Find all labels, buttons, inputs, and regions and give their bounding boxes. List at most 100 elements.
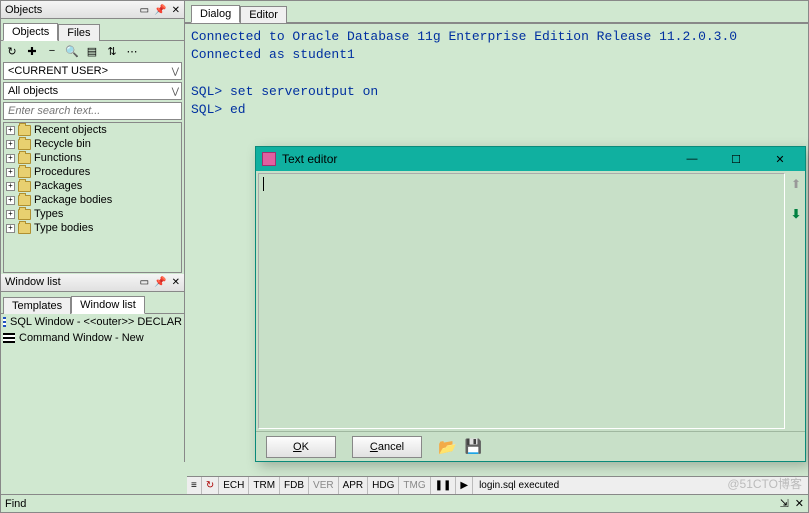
close-icon[interactable]: ✕	[795, 497, 804, 510]
expand-icon[interactable]: +	[6, 154, 15, 163]
save-file-icon[interactable]: 💾	[465, 438, 482, 455]
folder-icon	[18, 153, 31, 164]
tree-item[interactable]: +Recent objects	[4, 123, 181, 137]
filter-dropdown[interactable]: All objects ⋁	[3, 82, 182, 100]
tree-item[interactable]: +Recycle bin	[4, 137, 181, 151]
popup-titlebar[interactable]: Text editor — ☐ ✕	[256, 147, 805, 171]
delete-icon[interactable]: −	[45, 44, 59, 58]
panel-dock-icon[interactable]: ▭	[140, 5, 149, 16]
arrow-up-icon[interactable]: ⬆	[791, 177, 801, 191]
sort-icon[interactable]: ⇅	[105, 44, 119, 58]
status-seg[interactable]: APR	[339, 477, 369, 494]
status-seg[interactable]: VER	[309, 477, 339, 494]
user-dropdown[interactable]: <CURRENT USER> ⋁	[3, 62, 182, 80]
editor-side-arrows: ⬆ ⬇	[787, 171, 805, 431]
status-text: login.sql executed	[473, 480, 559, 491]
tree-item[interactable]: +Packages	[4, 179, 181, 193]
panel-pin-icon[interactable]: 📌	[154, 277, 166, 288]
folder-icon	[18, 195, 31, 206]
tab-dialog[interactable]: Dialog	[191, 5, 240, 23]
tree-item[interactable]: +Functions	[4, 151, 181, 165]
popup-body: ⬆ ⬇	[256, 171, 805, 431]
objects-panel-title: Objects	[5, 4, 42, 16]
folder-icon	[18, 209, 31, 220]
status-icon-bars[interactable]: ≡	[187, 477, 202, 494]
status-seg[interactable]: ECH	[219, 477, 249, 494]
expand-icon[interactable]: +	[6, 182, 15, 191]
search-input-wrap	[3, 102, 182, 120]
popup-title: Text editor	[282, 152, 667, 166]
new-icon[interactable]: ✚	[25, 44, 39, 58]
panel-close-icon[interactable]: ✕	[172, 277, 180, 288]
tab-files[interactable]: Files	[58, 24, 99, 41]
app-icon	[262, 152, 276, 166]
chevron-down-icon: ⋁	[172, 66, 179, 77]
command-window-icon	[3, 333, 15, 343]
play-icon[interactable]: ▶	[456, 477, 473, 494]
status-seg[interactable]: TRM	[249, 477, 280, 494]
folder-icon	[18, 223, 31, 234]
editor-textarea[interactable]	[258, 173, 785, 429]
text-cursor	[263, 177, 264, 191]
pause-icon[interactable]: ❚❚	[431, 477, 457, 494]
windowlist-panel-header: Window list ▭ 📌 ✕	[1, 274, 184, 292]
windowlist-tabs: Templates Window list	[1, 292, 184, 314]
folder-icon	[18, 139, 31, 150]
tab-editor[interactable]: Editor	[240, 6, 287, 23]
ok-button[interactable]: OK	[266, 436, 336, 458]
window-list-item[interactable]: SQL Window - <<outer>> DECLAR	[1, 314, 184, 330]
grip-icon[interactable]: ⇲	[780, 497, 789, 510]
popup-footer: OK Cancel 📂 💾	[256, 431, 805, 461]
expand-icon[interactable]: +	[6, 210, 15, 219]
search-input[interactable]	[8, 105, 177, 117]
cancel-button[interactable]: Cancel	[352, 436, 422, 458]
minimize-button[interactable]: —	[673, 147, 711, 171]
status-seg[interactable]: HDG	[368, 477, 399, 494]
folder-icon	[18, 125, 31, 136]
filter-dropdown-value: All objects	[8, 85, 58, 97]
tree-item[interactable]: +Types	[4, 207, 181, 221]
right-tabs: Dialog Editor	[185, 1, 808, 23]
panel-close-icon[interactable]: ✕	[172, 5, 180, 16]
user-dropdown-value: <CURRENT USER>	[8, 65, 108, 77]
tree-item[interactable]: +Procedures	[4, 165, 181, 179]
refresh-icon[interactable]: ↻	[5, 44, 19, 58]
window-list-item[interactable]: Command Window - New	[1, 330, 184, 346]
tab-windowlist[interactable]: Window list	[71, 296, 145, 314]
more-icon[interactable]: ⋯	[125, 44, 139, 58]
open-file-icon[interactable]: 📂	[438, 438, 457, 456]
status-seg[interactable]: TMG	[399, 477, 430, 494]
objects-toolbar: ↻ ✚ − 🔍 ▤ ⇅ ⋯	[1, 41, 184, 61]
footer-bar: Find ⇲ ✕	[1, 494, 808, 512]
folder-icon	[18, 167, 31, 178]
expand-icon[interactable]: +	[6, 196, 15, 205]
status-seg[interactable]: FDB	[280, 477, 309, 494]
expand-icon[interactable]: +	[6, 224, 15, 233]
status-toolbar: ≡ ↻ ECH TRM FDB VER APR HDG TMG ❚❚ ▶ log…	[187, 476, 808, 494]
tree-item[interactable]: +Type bodies	[4, 221, 181, 235]
sql-window-icon	[3, 317, 6, 327]
left-pane: Objects ▭ 📌 ✕ Objects Files ↻ ✚ − 🔍 ▤ ⇅ …	[1, 1, 185, 462]
footer-find-label: Find	[1, 498, 26, 510]
expand-icon[interactable]: +	[6, 140, 15, 149]
object-tree[interactable]: +Recent objects +Recycle bin +Functions …	[3, 122, 182, 273]
tree-item[interactable]: +Package bodies	[4, 193, 181, 207]
objects-panel-header: Objects ▭ 📌 ✕	[1, 1, 184, 19]
windowlist-title: Window list	[5, 276, 61, 288]
reload-icon[interactable]: ↻	[202, 477, 219, 494]
maximize-button[interactable]: ☐	[717, 147, 755, 171]
tab-objects[interactable]: Objects	[3, 23, 58, 41]
arrow-down-icon[interactable]: ⬇	[791, 207, 801, 221]
panel-dock-icon[interactable]: ▭	[140, 277, 149, 288]
folder-icon	[18, 181, 31, 192]
expand-icon[interactable]: +	[6, 126, 15, 135]
objects-tabs: Objects Files	[1, 19, 184, 41]
tab-templates[interactable]: Templates	[3, 297, 71, 314]
chevron-down-icon: ⋁	[172, 86, 179, 97]
panel-pin-icon[interactable]: 📌	[154, 5, 166, 16]
close-button[interactable]: ✕	[761, 147, 799, 171]
expand-icon[interactable]: +	[6, 168, 15, 177]
filter-icon[interactable]: ▤	[85, 44, 99, 58]
window-list: SQL Window - <<outer>> DECLAR Command Wi…	[1, 314, 184, 463]
find-icon[interactable]: 🔍	[65, 44, 79, 58]
